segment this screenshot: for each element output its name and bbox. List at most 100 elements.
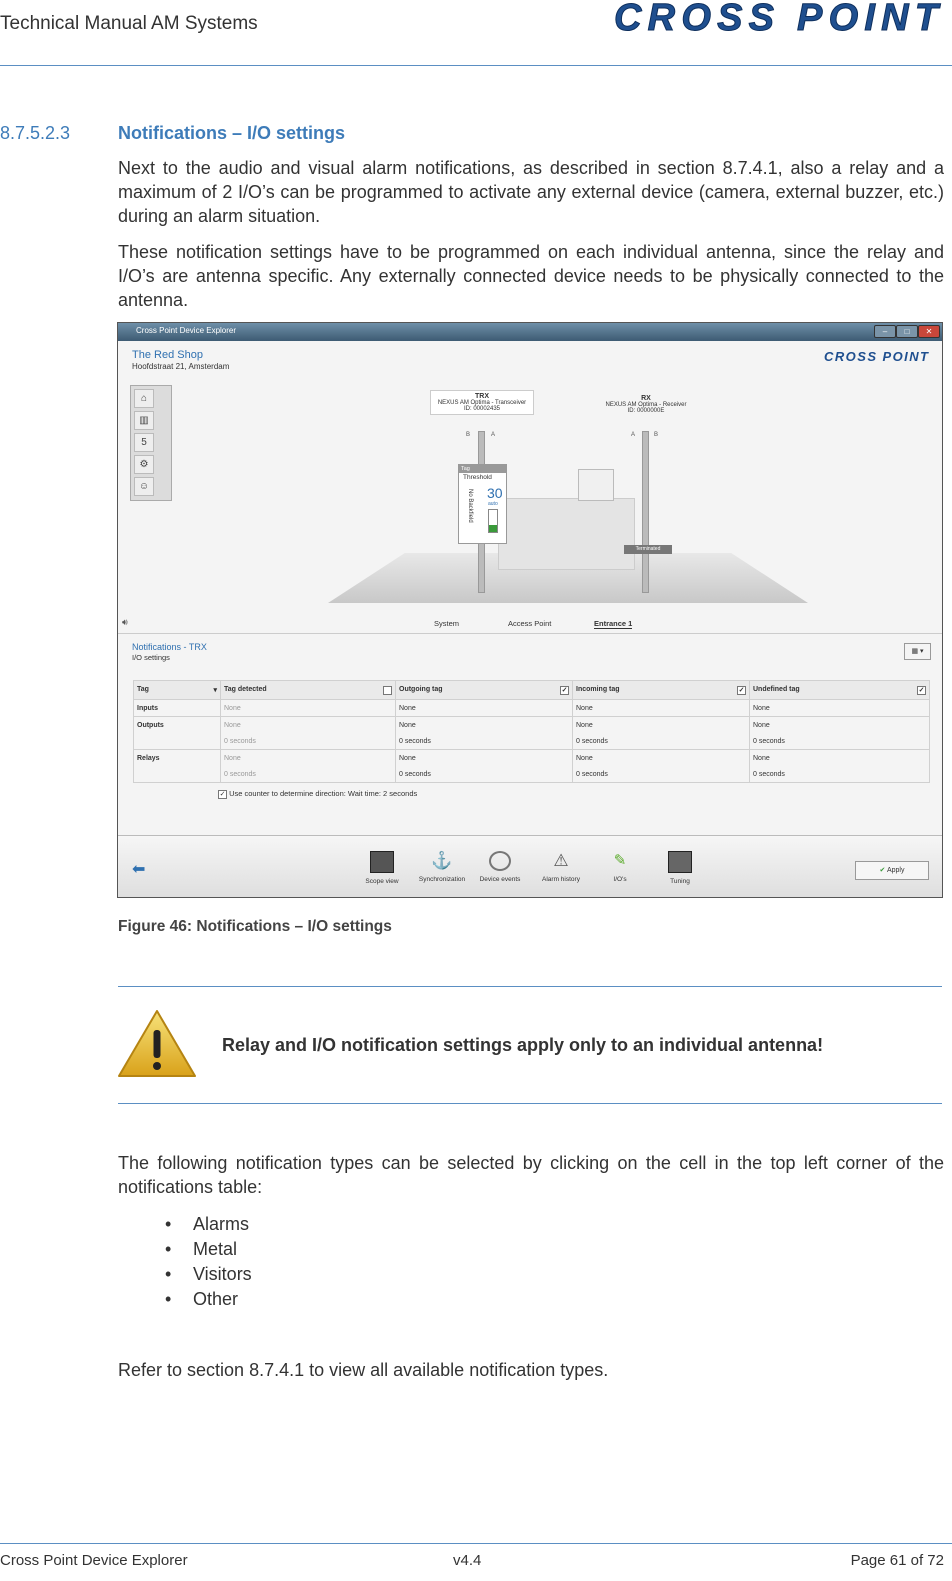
speaker-icon[interactable]: 🔊︎ [122, 617, 128, 628]
app-logo: CROSS POINT [824, 349, 929, 363]
tuning-button[interactable]: Tuning [650, 851, 710, 885]
tag-detected-header[interactable]: Tag detected [220, 680, 396, 700]
figure-caption: Figure 46: Notifications – I/O settings [118, 918, 392, 935]
table-row: 0 seconds 0 seconds 0 seconds 0 seconds [133, 766, 930, 783]
trx-name: TRX [475, 393, 489, 400]
tab-system[interactable]: System [434, 619, 459, 628]
shop-name: The Red Shop [132, 349, 203, 361]
table-cell[interactable]: None [572, 749, 750, 766]
home-icon[interactable]: ⌂ [134, 389, 154, 408]
ios-label: I/O's [613, 876, 627, 883]
threshold-label: Threshold [463, 474, 492, 481]
counter-checkbox[interactable]: ✓ [218, 789, 227, 799]
apply-button[interactable]: ✔ Apply [855, 861, 929, 880]
scope-view-button[interactable]: Scope view [352, 851, 412, 885]
table-cell[interactable]: 0 seconds [220, 766, 396, 783]
table-cell[interactable]: 0 seconds [749, 766, 930, 783]
notification-type-dropdown[interactable]: ▦ ▾ [904, 643, 931, 660]
table-cell[interactable]: None [395, 699, 573, 717]
row-label [133, 766, 221, 783]
back-arrow-icon[interactable]: ⬅ [132, 859, 145, 879]
note-text: Relay and I/O notification settings appl… [222, 1035, 824, 1055]
devices-icon[interactable]: ▥ [134, 411, 154, 430]
anchor-icon: ⚓ [431, 851, 453, 870]
minimize-button[interactable]: – [874, 325, 896, 338]
table-cell[interactable]: 0 seconds [395, 766, 573, 783]
paragraph-1: Next to the audio and visual alarm notif… [118, 158, 944, 226]
table-cell[interactable]: 0 seconds [749, 733, 930, 750]
table-cell[interactable]: None [572, 699, 750, 717]
note-top-rule [118, 986, 942, 987]
scope-view-label: Scope view [365, 878, 399, 885]
row-label [133, 733, 221, 750]
table-row: 0 seconds 0 seconds 0 seconds 0 seconds [133, 733, 930, 750]
rx-name: RX [641, 395, 651, 402]
trx-label-a: A [491, 432, 496, 438]
table-row: Relays None None None None [133, 749, 930, 766]
table-cell[interactable]: None [749, 699, 930, 717]
tab-entrance-1[interactable]: Entrance 1 [594, 619, 633, 629]
synchronization-label: Synchronization [418, 876, 466, 883]
table-cell[interactable]: None [749, 716, 930, 733]
row-label: Relays [133, 749, 221, 766]
sidebar: ⌂ ▥ 5 ⚙ ☺ [130, 385, 172, 501]
section-number: 8.7.5.2.3 [0, 123, 71, 143]
paragraph-3: The following notification types can be … [118, 1153, 944, 1197]
table-cell[interactable]: None [220, 716, 396, 733]
user-icon[interactable]: ☺ [134, 477, 154, 496]
notifications-title: Notifications - TRX [132, 642, 207, 652]
tag-type-header[interactable]: Tag ▾ [133, 680, 221, 700]
table-cell[interactable]: None [749, 749, 930, 766]
bottom-toolbar [118, 835, 942, 897]
svg-text:CROSS POINT: CROSS POINT [824, 349, 929, 363]
outgoing-tag-header[interactable]: Outgoing tag ✓ [395, 680, 573, 700]
rx-label-b: B [654, 432, 659, 438]
tab-access-point[interactable]: Access Point [508, 619, 551, 628]
table-cell[interactable]: 0 seconds [395, 733, 573, 750]
table-cell[interactable]: None [395, 716, 573, 733]
table-cell[interactable]: 0 seconds [572, 733, 750, 750]
device-events-button[interactable]: Device events [470, 851, 530, 883]
document-header-title: Technical Manual AM Systems [0, 13, 258, 34]
ios-button[interactable]: ✎ I/O's [590, 851, 650, 883]
gate-block [498, 498, 635, 570]
plug-icon: ✎ [613, 852, 627, 869]
header-rule [0, 65, 952, 66]
clock-icon [489, 851, 511, 871]
notifications-subtitle: I/O settings [132, 653, 170, 662]
table-cell[interactable]: None [572, 716, 750, 733]
rx-antenna-card[interactable]: RX NEXUS AM Optima - Receiver ID: 000000… [598, 393, 694, 416]
table-cell[interactable]: None [220, 749, 396, 766]
monitor-icon [370, 851, 394, 873]
paragraph-2: These notification settings have to be p… [118, 242, 944, 310]
table-cell[interactable]: 0 seconds [572, 766, 750, 783]
trx-antenna-card[interactable]: TRX NEXUS AM Optima - Transceiver ID: 00… [430, 390, 534, 415]
maximize-button[interactable]: □ [896, 325, 918, 338]
alarm-history-button[interactable]: ⚠ Alarm history [531, 851, 591, 883]
table-cell[interactable]: 0 seconds [220, 733, 396, 750]
level-icon[interactable]: 5 [134, 433, 154, 452]
table-header-row: Tag ▾ Tag detected Outgoing tag ✓ Incoming… [133, 680, 930, 700]
alarm-history-label: Alarm history [542, 876, 580, 883]
threshold-level-bar [488, 509, 498, 533]
footer-rule [0, 1543, 952, 1544]
threshold-value: 30 [487, 485, 503, 501]
direction-counter-option[interactable]: ✓ Use counter to determine direction: Wa… [218, 789, 417, 799]
threshold-panel[interactable]: Tag Threshold 30 auto No Backfield [458, 464, 507, 544]
undefined-tag-header[interactable]: Undefined tag ✓ [749, 680, 930, 700]
synchronization-button[interactable]: ⚓ Synchronization [412, 851, 472, 883]
rx-label-a: A [631, 432, 636, 438]
close-button[interactable]: ✕ [918, 325, 940, 338]
settings-icon[interactable]: ⚙ [134, 455, 154, 474]
cross-point-logo: CROSS POINT [614, 0, 942, 38]
threshold-tag-label: Tag [459, 465, 506, 473]
row-label: Inputs [133, 699, 221, 717]
incoming-tag-header[interactable]: Incoming tag ✓ [572, 680, 750, 700]
table-cell[interactable]: None [220, 699, 396, 717]
app-screenshot: Cross Point Device Explorer – □ ✕ The Re… [117, 322, 943, 898]
logo-text: CROSS POINT [614, 0, 941, 38]
trx-label-b: B [466, 432, 471, 438]
table-cell[interactable]: None [395, 749, 573, 766]
paragraph-4: Refer to section 8.7.4.1 to view all ava… [118, 1360, 609, 1380]
list-item: Metal [165, 1237, 252, 1262]
